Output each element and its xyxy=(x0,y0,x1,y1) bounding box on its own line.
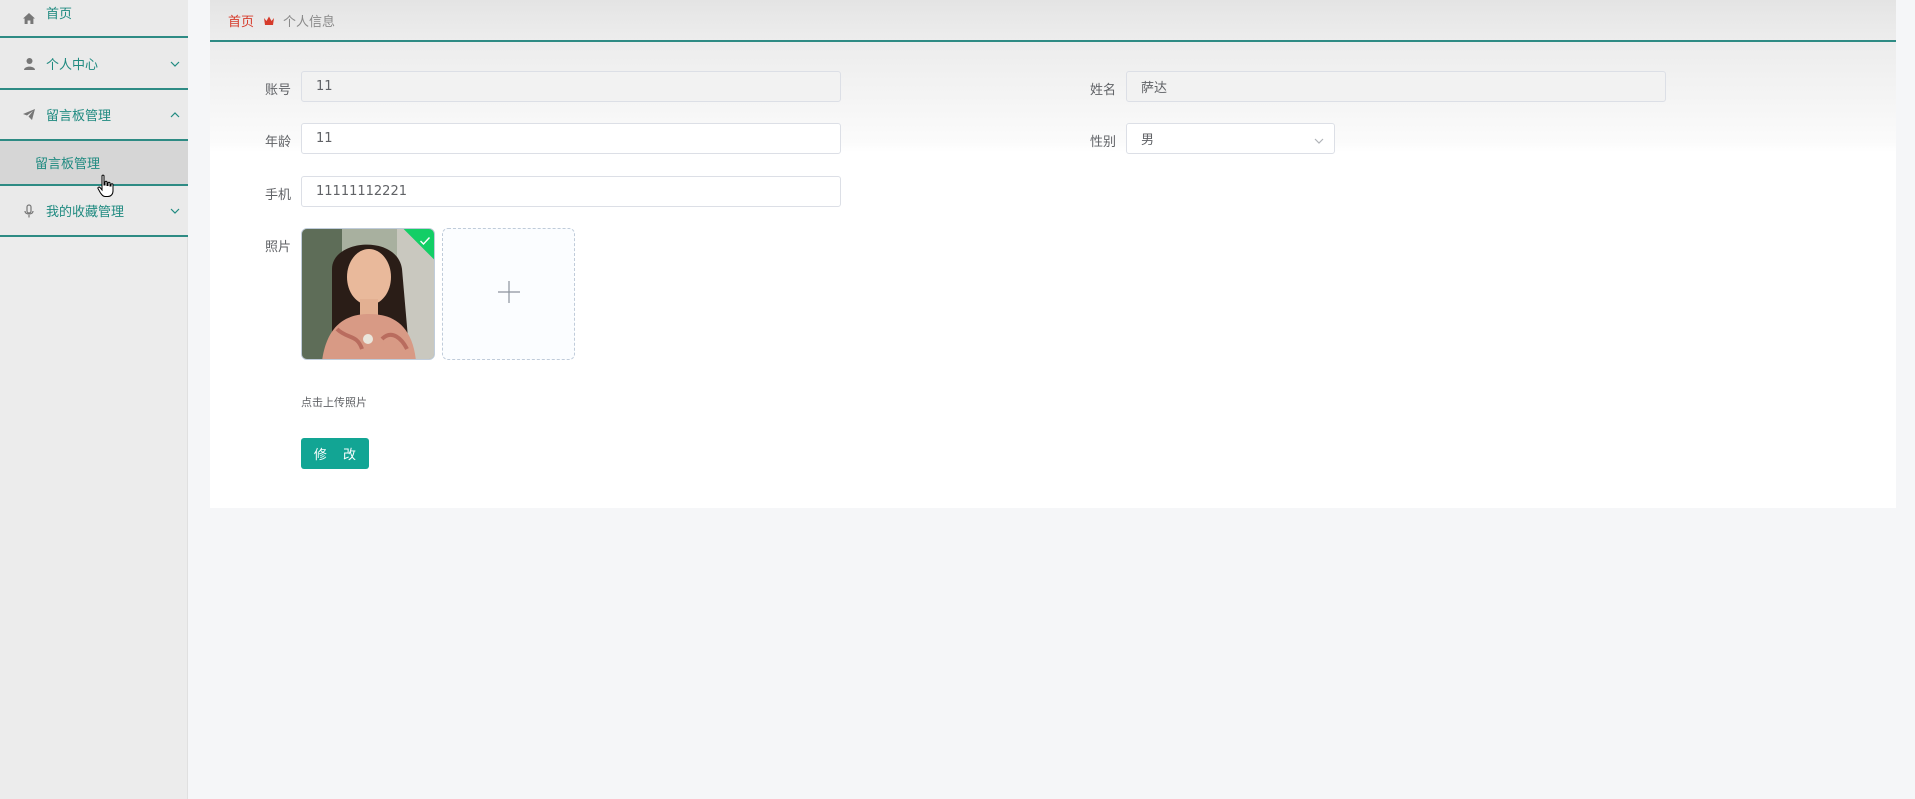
check-icon xyxy=(419,231,431,250)
account-field[interactable]: 11 xyxy=(301,71,841,102)
phone-label: 手机 xyxy=(264,188,291,203)
sidebar-item-label: 留言板管理 xyxy=(46,109,112,124)
portrait-image xyxy=(302,229,434,359)
sidebar-item-label: 我的收藏管理 xyxy=(46,205,125,220)
sidebar: 首页 个人中心 留言板管理 留言板管理 我的收藏管理 xyxy=(0,0,188,799)
age-label: 年龄 xyxy=(264,135,291,150)
phone-field[interactable]: 11111112221 xyxy=(301,176,841,207)
plus-icon xyxy=(497,280,521,308)
account-label: 账号 xyxy=(264,83,291,98)
gender-select[interactable]: 男 xyxy=(1126,123,1335,154)
breadcrumb-home-link[interactable]: 首页 xyxy=(228,11,254,30)
user-icon xyxy=(19,57,39,70)
age-value: 11 xyxy=(316,131,333,146)
sidebar-item-home[interactable]: 首页 xyxy=(0,0,188,38)
gender-value: 男 xyxy=(1141,133,1155,148)
breadcrumb: 首页 个人信息 xyxy=(210,0,1896,42)
account-value: 11 xyxy=(316,79,333,94)
photo-label: 照片 xyxy=(264,240,291,255)
home-icon xyxy=(19,12,39,25)
hand-cursor-icon xyxy=(97,174,114,197)
gender-label: 性别 xyxy=(1089,135,1116,150)
breadcrumb-current: 个人信息 xyxy=(283,14,336,30)
chevron-down-icon xyxy=(1314,133,1324,148)
name-field[interactable]: 萨达 xyxy=(1126,71,1666,102)
sidebar-item-label: 个人中心 xyxy=(46,57,99,73)
chevron-down-icon xyxy=(170,204,180,217)
name-label: 姓名 xyxy=(1089,83,1116,98)
crown-icon xyxy=(263,15,275,26)
sidebar-item-favorites[interactable]: 我的收藏管理 xyxy=(0,186,188,237)
phone-value: 11111112221 xyxy=(316,184,407,199)
sidebar-item-messageboard[interactable]: 留言板管理 xyxy=(0,90,188,141)
microphone-icon xyxy=(19,203,39,218)
chevron-down-icon xyxy=(170,57,180,70)
chevron-up-icon xyxy=(170,108,180,121)
name-value: 萨达 xyxy=(1141,81,1168,96)
paper-plane-icon xyxy=(19,108,39,121)
uploaded-photo-thumbnail[interactable] xyxy=(301,228,435,360)
sidebar-subitem-messageboard[interactable]: 留言板管理 xyxy=(0,141,188,186)
age-field[interactable]: 11 xyxy=(301,123,841,154)
submit-button[interactable]: 修 改 xyxy=(301,438,369,469)
sidebar-item-personal[interactable]: 个人中心 xyxy=(0,38,188,90)
sidebar-item-label: 首页 xyxy=(46,6,73,22)
upload-hint: 点击上传照片 xyxy=(301,396,367,409)
sidebar-subitem-label: 留言板管理 xyxy=(35,157,101,172)
upload-photo-button[interactable] xyxy=(442,228,575,360)
